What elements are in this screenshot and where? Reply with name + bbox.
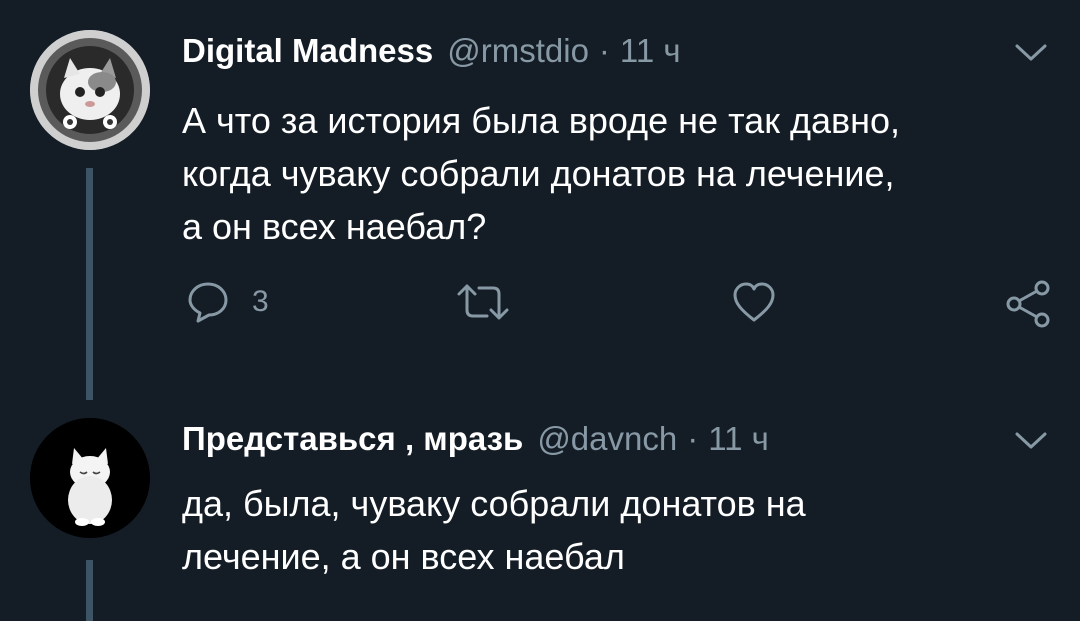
reply-button[interactable]: 3 bbox=[186, 280, 269, 324]
heart-icon bbox=[733, 282, 775, 322]
tweet[interactable]: Digital Madness @rmstdio · 11 ч А что за… bbox=[0, 0, 1080, 400]
thread-line bbox=[86, 560, 93, 621]
author-handle[interactable]: @rmstdio bbox=[447, 32, 589, 70]
share-button[interactable] bbox=[1004, 280, 1052, 328]
separator-dot: · bbox=[598, 32, 610, 69]
white-cat-avatar-icon bbox=[30, 418, 150, 538]
chevron-down-icon bbox=[1015, 432, 1047, 449]
tweet[interactable]: Представься , мразь @davnch · 11 ч да, б… bbox=[0, 400, 1080, 621]
tweet-text-line: лечение, а он всех наебал bbox=[182, 536, 625, 577]
separator-dot: · bbox=[687, 420, 699, 457]
astronaut-cat-avatar-icon bbox=[30, 30, 150, 150]
tweet-text-line: А что за история была вроде не так давно… bbox=[182, 100, 900, 141]
author-name[interactable]: Digital Madness bbox=[182, 32, 433, 70]
share-icon bbox=[1006, 280, 1050, 328]
retweet-button[interactable] bbox=[455, 280, 511, 324]
retweet-icon bbox=[457, 284, 509, 320]
tweet-text-line: когда чуваку собрали донатов на лечение, bbox=[182, 153, 895, 194]
tweet-timestamp[interactable]: 11 ч bbox=[708, 420, 769, 458]
tweet-text-line: да, была, чуваку собрали донатов на bbox=[182, 483, 806, 524]
tweet-header: Digital Madness @rmstdio · 11 ч bbox=[182, 32, 681, 70]
tweet-menu-button[interactable] bbox=[1014, 42, 1048, 64]
reply-count: 3 bbox=[252, 285, 269, 318]
like-button[interactable] bbox=[731, 280, 777, 324]
reply-icon bbox=[188, 282, 228, 323]
author-name[interactable]: Представься , мразь bbox=[182, 420, 523, 458]
user-avatar[interactable] bbox=[30, 30, 150, 150]
tweet-timestamp[interactable]: 11 ч bbox=[620, 32, 681, 70]
user-avatar[interactable] bbox=[30, 418, 150, 538]
chevron-down-icon bbox=[1015, 44, 1047, 61]
author-handle[interactable]: @davnch bbox=[537, 420, 677, 458]
tweet-menu-button[interactable] bbox=[1014, 430, 1048, 452]
tweet-actions: 3 bbox=[0, 280, 1080, 330]
tweet-text: да, была, чуваку собрали донатов на лече… bbox=[182, 477, 1052, 583]
tweet-header: Представься , мразь @davnch · 11 ч bbox=[182, 420, 769, 458]
tweet-text: А что за история была вроде не так давно… bbox=[182, 94, 1052, 253]
tweet-text-line: а он всех наебал? bbox=[182, 206, 487, 247]
